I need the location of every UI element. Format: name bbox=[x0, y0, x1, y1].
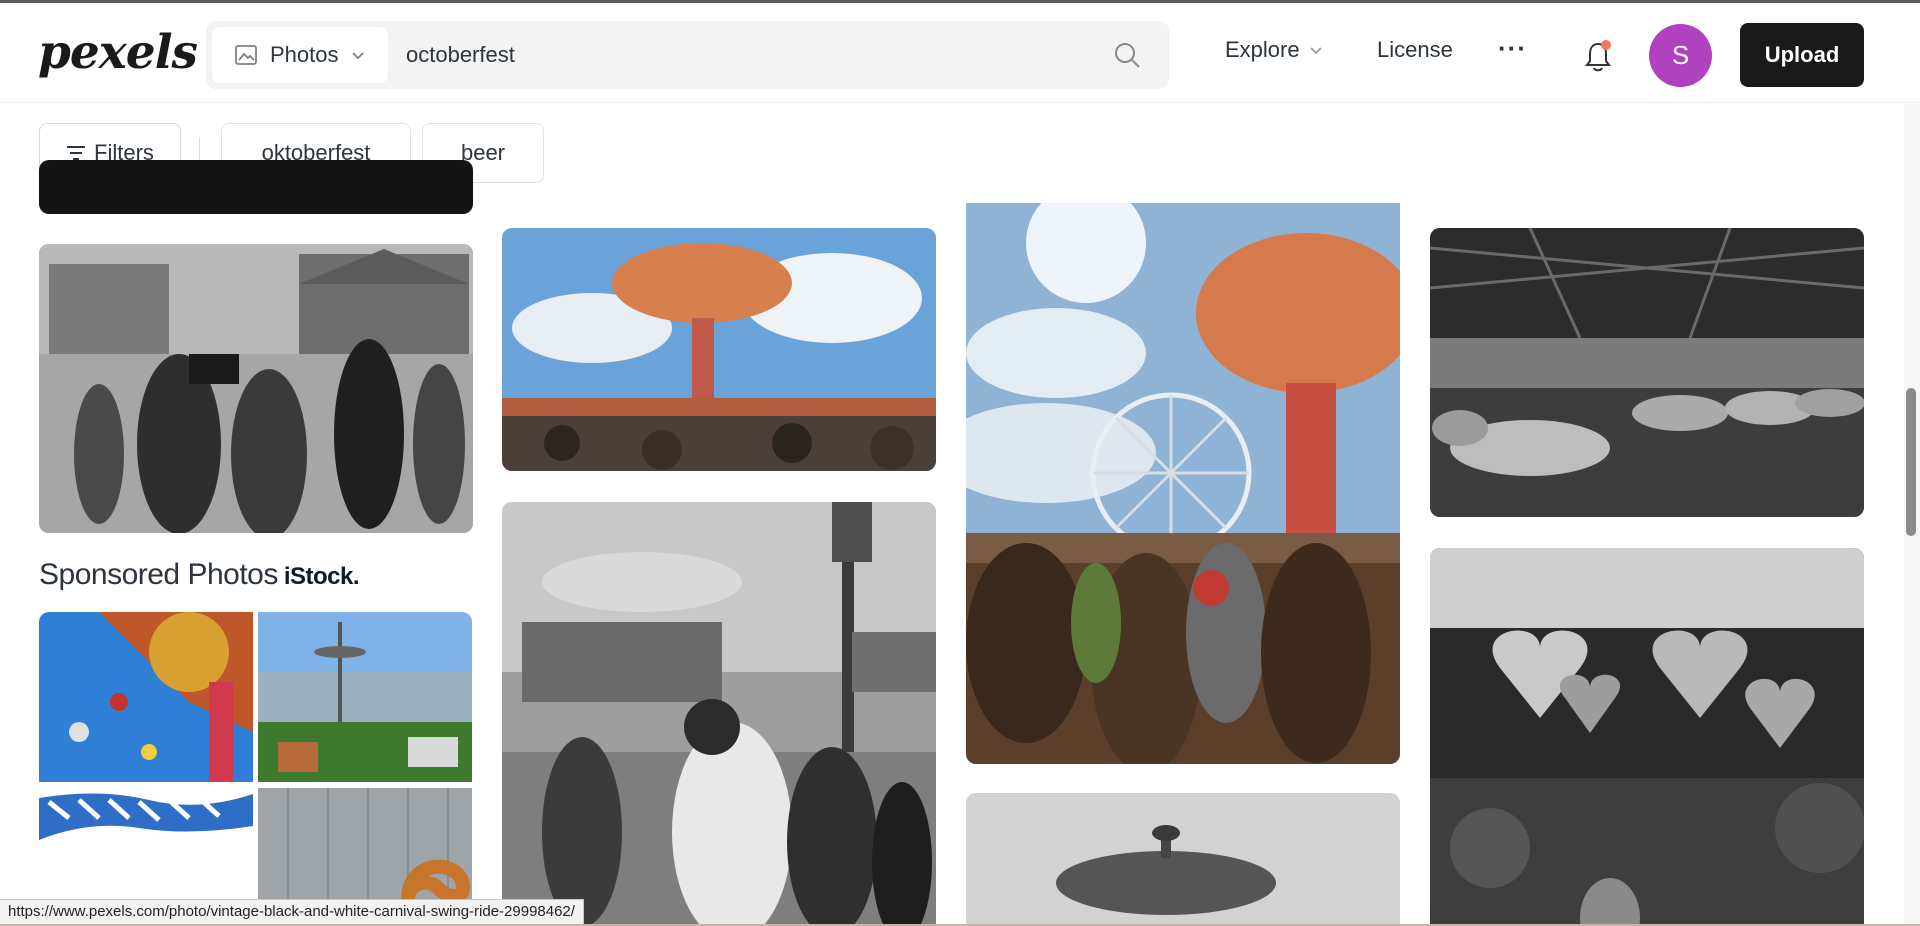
photo-card-ferris-wheel-crowd[interactable] bbox=[966, 203, 1400, 764]
photo-card-bw-gingerbread-hearts[interactable] bbox=[1430, 548, 1864, 926]
nav-explore-label: Explore bbox=[1225, 37, 1300, 62]
status-bar-url: https://www.pexels.com/photo/vintage-bla… bbox=[0, 899, 584, 926]
nav-license[interactable]: License bbox=[1377, 37, 1453, 63]
photo-card-swing-ride-color[interactable] bbox=[502, 228, 936, 471]
photo-image bbox=[502, 502, 936, 926]
media-type-label: Photos bbox=[270, 42, 339, 67]
photo-card-bw-film-crew[interactable] bbox=[39, 244, 473, 533]
photo-image bbox=[1430, 228, 1864, 517]
search-bar: Photos bbox=[206, 21, 1169, 89]
photo-image bbox=[39, 244, 473, 533]
photo-image bbox=[258, 612, 472, 782]
nav-explore[interactable]: Explore bbox=[1225, 37, 1324, 63]
notification-dot bbox=[1601, 40, 1611, 50]
photo-image bbox=[966, 793, 1400, 926]
sponsored-thumb-pretzel-wood[interactable] bbox=[258, 788, 472, 899]
istock-logo[interactable]: iStock. bbox=[284, 563, 360, 590]
photo-image bbox=[258, 788, 472, 899]
site-header: pexels Photos Explore License ··· bbox=[0, 3, 1920, 103]
photo-card-partial[interactable] bbox=[39, 160, 473, 214]
photo-image bbox=[966, 203, 1400, 764]
chevron-down-icon bbox=[1309, 47, 1322, 55]
sponsored-title: Sponsored Photos bbox=[39, 558, 278, 591]
photo-image bbox=[39, 788, 253, 899]
filter-icon bbox=[67, 146, 86, 160]
photo-card-bw-bumper-cars[interactable] bbox=[1430, 228, 1864, 517]
nav-license-label: License bbox=[1377, 37, 1453, 62]
pexels-logo[interactable]: pexels bbox=[38, 25, 198, 80]
photo-image bbox=[1430, 548, 1864, 926]
media-type-dropdown[interactable]: Photos bbox=[212, 27, 388, 83]
scrollbar-thumb[interactable] bbox=[1906, 388, 1916, 536]
chevron-down-icon bbox=[351, 52, 364, 60]
search-input[interactable] bbox=[406, 31, 1066, 79]
photo-card-bw-carnival-swing[interactable] bbox=[502, 502, 936, 926]
image-icon bbox=[235, 45, 257, 65]
sponsored-photos-heading: Sponsored Photos iStock. bbox=[39, 558, 360, 592]
more-menu-button[interactable]: ··· bbox=[1498, 33, 1527, 64]
search-icon[interactable] bbox=[1112, 40, 1142, 70]
sponsored-thumb-aerial-fairground[interactable] bbox=[258, 612, 472, 782]
avatar[interactable]: S bbox=[1649, 24, 1712, 87]
photo-image bbox=[39, 612, 253, 782]
upload-button[interactable]: Upload bbox=[1740, 23, 1864, 87]
photo-image bbox=[502, 228, 936, 471]
sponsored-thumb-bavarian-pattern[interactable] bbox=[39, 788, 253, 899]
photo-card-bw-swing-ride[interactable] bbox=[966, 793, 1400, 926]
sponsored-thumb-swing-ride[interactable] bbox=[39, 612, 253, 782]
